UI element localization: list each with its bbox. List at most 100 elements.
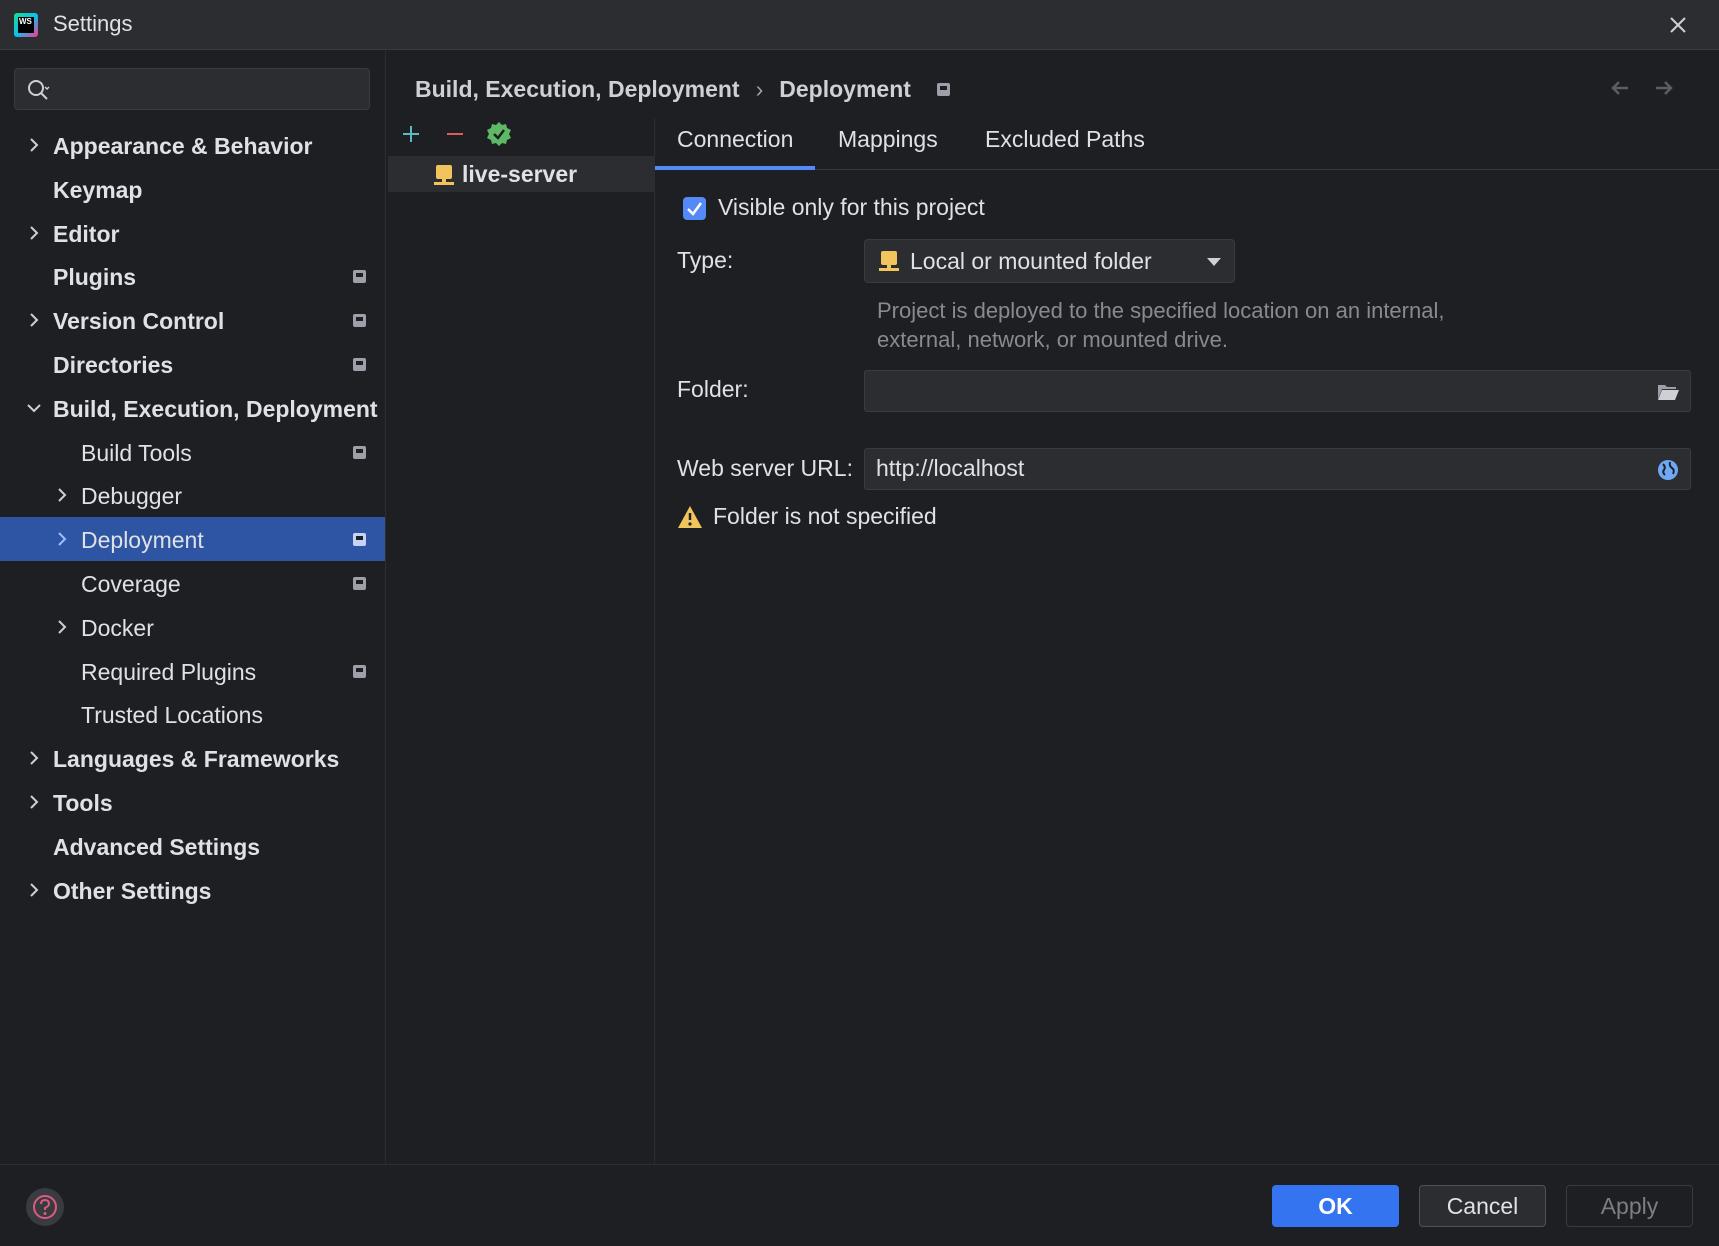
tab-connection[interactable]: Connection: [677, 126, 793, 153]
title-bar: WS Settings: [0, 0, 1719, 50]
plus-icon: [403, 126, 419, 142]
chevron-right-icon[interactable]: [54, 619, 70, 635]
chevron-right-icon[interactable]: [26, 312, 42, 328]
breadcrumb-current: Deployment: [779, 76, 911, 102]
project-scope-icon: [353, 314, 366, 328]
sidebar-item-build-tools[interactable]: Build Tools: [0, 430, 385, 474]
project-scope-icon: [353, 270, 366, 284]
ok-button[interactable]: OK: [1272, 1185, 1399, 1227]
sidebar-item-label: Plugins: [53, 264, 137, 291]
sidebar-item-build-execution-deployment[interactable]: Build, Execution, Deployment: [0, 386, 385, 430]
sidebar-item-plugins[interactable]: Plugins: [0, 254, 385, 298]
chevron-right-icon[interactable]: [26, 882, 42, 898]
add-server-button[interactable]: [397, 120, 425, 148]
sidebar-item-label: Deployment: [81, 527, 204, 554]
sidebar-item-languages-frameworks[interactable]: Languages & Frameworks: [0, 736, 385, 780]
sidebar-item-label: Keymap: [53, 176, 143, 203]
url-label: Web server URL:: [677, 455, 853, 481]
open-folder-icon[interactable]: [1656, 380, 1680, 404]
visible-only-label[interactable]: Visible only for this project: [718, 194, 985, 221]
type-label: Type:: [677, 247, 734, 273]
folder-warning: Folder is not specified: [677, 503, 937, 530]
breadcrumb-parent[interactable]: Build, Execution, Deployment: [415, 76, 740, 103]
warning-text: Folder is not specified: [713, 503, 937, 529]
type-help-text: Project is deployed to the specified loc…: [877, 298, 1445, 352]
sidebar-item-other-settings[interactable]: Other Settings: [0, 868, 385, 912]
webstorm-logo-icon: WS: [14, 13, 38, 37]
sidebar-item-deployment[interactable]: Deployment: [0, 517, 385, 562]
project-scope-icon: [353, 533, 366, 547]
search-input[interactable]: [60, 75, 360, 103]
server-name: live-server: [462, 161, 578, 187]
help-icon: [33, 1195, 57, 1219]
sidebar-item-keymap[interactable]: Keymap: [0, 167, 385, 211]
url-field[interactable]: http://localhost: [864, 448, 1691, 490]
minus-icon: [447, 133, 463, 135]
globe-icon[interactable]: [1656, 458, 1680, 482]
sidebar-item-label: Build Tools: [81, 439, 192, 466]
chevron-right-icon[interactable]: [26, 137, 42, 153]
visible-only-checkbox[interactable]: [683, 197, 706, 220]
chevron-right-icon[interactable]: [54, 487, 70, 503]
sidebar-item-advanced-settings[interactable]: Advanced Settings: [0, 824, 385, 868]
sidebar-item-debugger[interactable]: Debugger: [0, 473, 385, 517]
apply-button[interactable]: Apply: [1566, 1185, 1693, 1227]
sidebar-item-label: Directories: [53, 352, 174, 378]
server-list-divider: [654, 118, 655, 1164]
breadcrumb: Build, Execution, Deployment › Deploymen…: [415, 76, 950, 103]
server-list-item[interactable]: live-server: [388, 156, 654, 192]
folder-field[interactable]: [864, 370, 1691, 412]
sidebar-item-trusted-locations[interactable]: Trusted Locations: [0, 692, 385, 736]
type-dropdown[interactable]: Local or mounted folder: [864, 239, 1235, 283]
sidebar-item-label: Tools: [53, 790, 113, 816]
project-scope-icon: [353, 358, 366, 371]
settings-search[interactable]: [14, 68, 370, 110]
sidebar-item-appearance-behavior[interactable]: Appearance & Behavior: [0, 123, 385, 167]
url-value: http://localhost: [876, 455, 1025, 481]
sidebar-item-label: Version Control: [53, 308, 225, 335]
sidebar-divider: [385, 51, 386, 1164]
cancel-button[interactable]: Cancel: [1419, 1185, 1546, 1227]
sidebar-item-version-control[interactable]: Version Control: [0, 298, 385, 342]
warning-icon: [678, 505, 702, 528]
sidebar-item-label: Required Plugins: [81, 658, 257, 685]
sidebar-item-label: Other Settings: [53, 877, 212, 904]
forward-arrow-icon[interactable]: [1652, 76, 1676, 100]
sidebar-item-coverage[interactable]: Coverage: [0, 561, 385, 605]
sidebar-item-tools[interactable]: Tools: [0, 780, 385, 824]
sidebar-item-directories[interactable]: Directories: [0, 342, 385, 386]
checkmark-icon: [687, 202, 703, 216]
tab-mappings[interactable]: Mappings: [838, 126, 938, 153]
sidebar-item-label: Trusted Locations: [81, 702, 263, 729]
chevron-down-icon[interactable]: [26, 400, 42, 416]
sidebar-item-label: Advanced Settings: [53, 833, 261, 860]
tab-excluded-paths[interactable]: Excluded Paths: [985, 126, 1145, 153]
set-default-button[interactable]: [485, 120, 513, 148]
sidebar-item-label: Languages & Frameworks: [53, 746, 340, 773]
chevron-right-icon[interactable]: [26, 794, 42, 810]
sidebar-item-docker[interactable]: Docker: [0, 605, 385, 649]
close-icon: [1670, 17, 1686, 33]
sidebar-item-label: Coverage: [81, 571, 181, 597]
type-dropdown-value: Local or mounted folder: [910, 248, 1152, 274]
sidebar-item-label: Docker: [81, 614, 154, 641]
local-folder-server-icon: [879, 251, 899, 271]
dialog-footer: OK Cancel Apply: [0, 1164, 1719, 1246]
help-button[interactable]: [26, 1188, 64, 1226]
chevron-right-icon[interactable]: [26, 750, 42, 766]
active-tab-indicator: [655, 166, 815, 170]
chevron-down-icon: [1207, 258, 1221, 266]
remove-server-button[interactable]: [441, 120, 469, 148]
project-scope-icon: [353, 445, 366, 459]
chevron-right-icon[interactable]: [54, 531, 70, 547]
back-arrow-icon[interactable]: [1608, 76, 1632, 100]
deployment-tabs: Connection Mappings Excluded Paths: [655, 118, 1719, 170]
sidebar-item-editor[interactable]: Editor: [0, 211, 385, 255]
search-icon: [28, 80, 50, 100]
close-button[interactable]: [1663, 10, 1693, 40]
project-scope-icon: [353, 664, 366, 678]
sidebar-item-label: Debugger: [81, 483, 183, 510]
chevron-right-icon[interactable]: [26, 225, 42, 241]
sidebar-item-required-plugins[interactable]: Required Plugins: [0, 649, 385, 693]
sidebar-item-label: Appearance & Behavior: [53, 133, 313, 159]
